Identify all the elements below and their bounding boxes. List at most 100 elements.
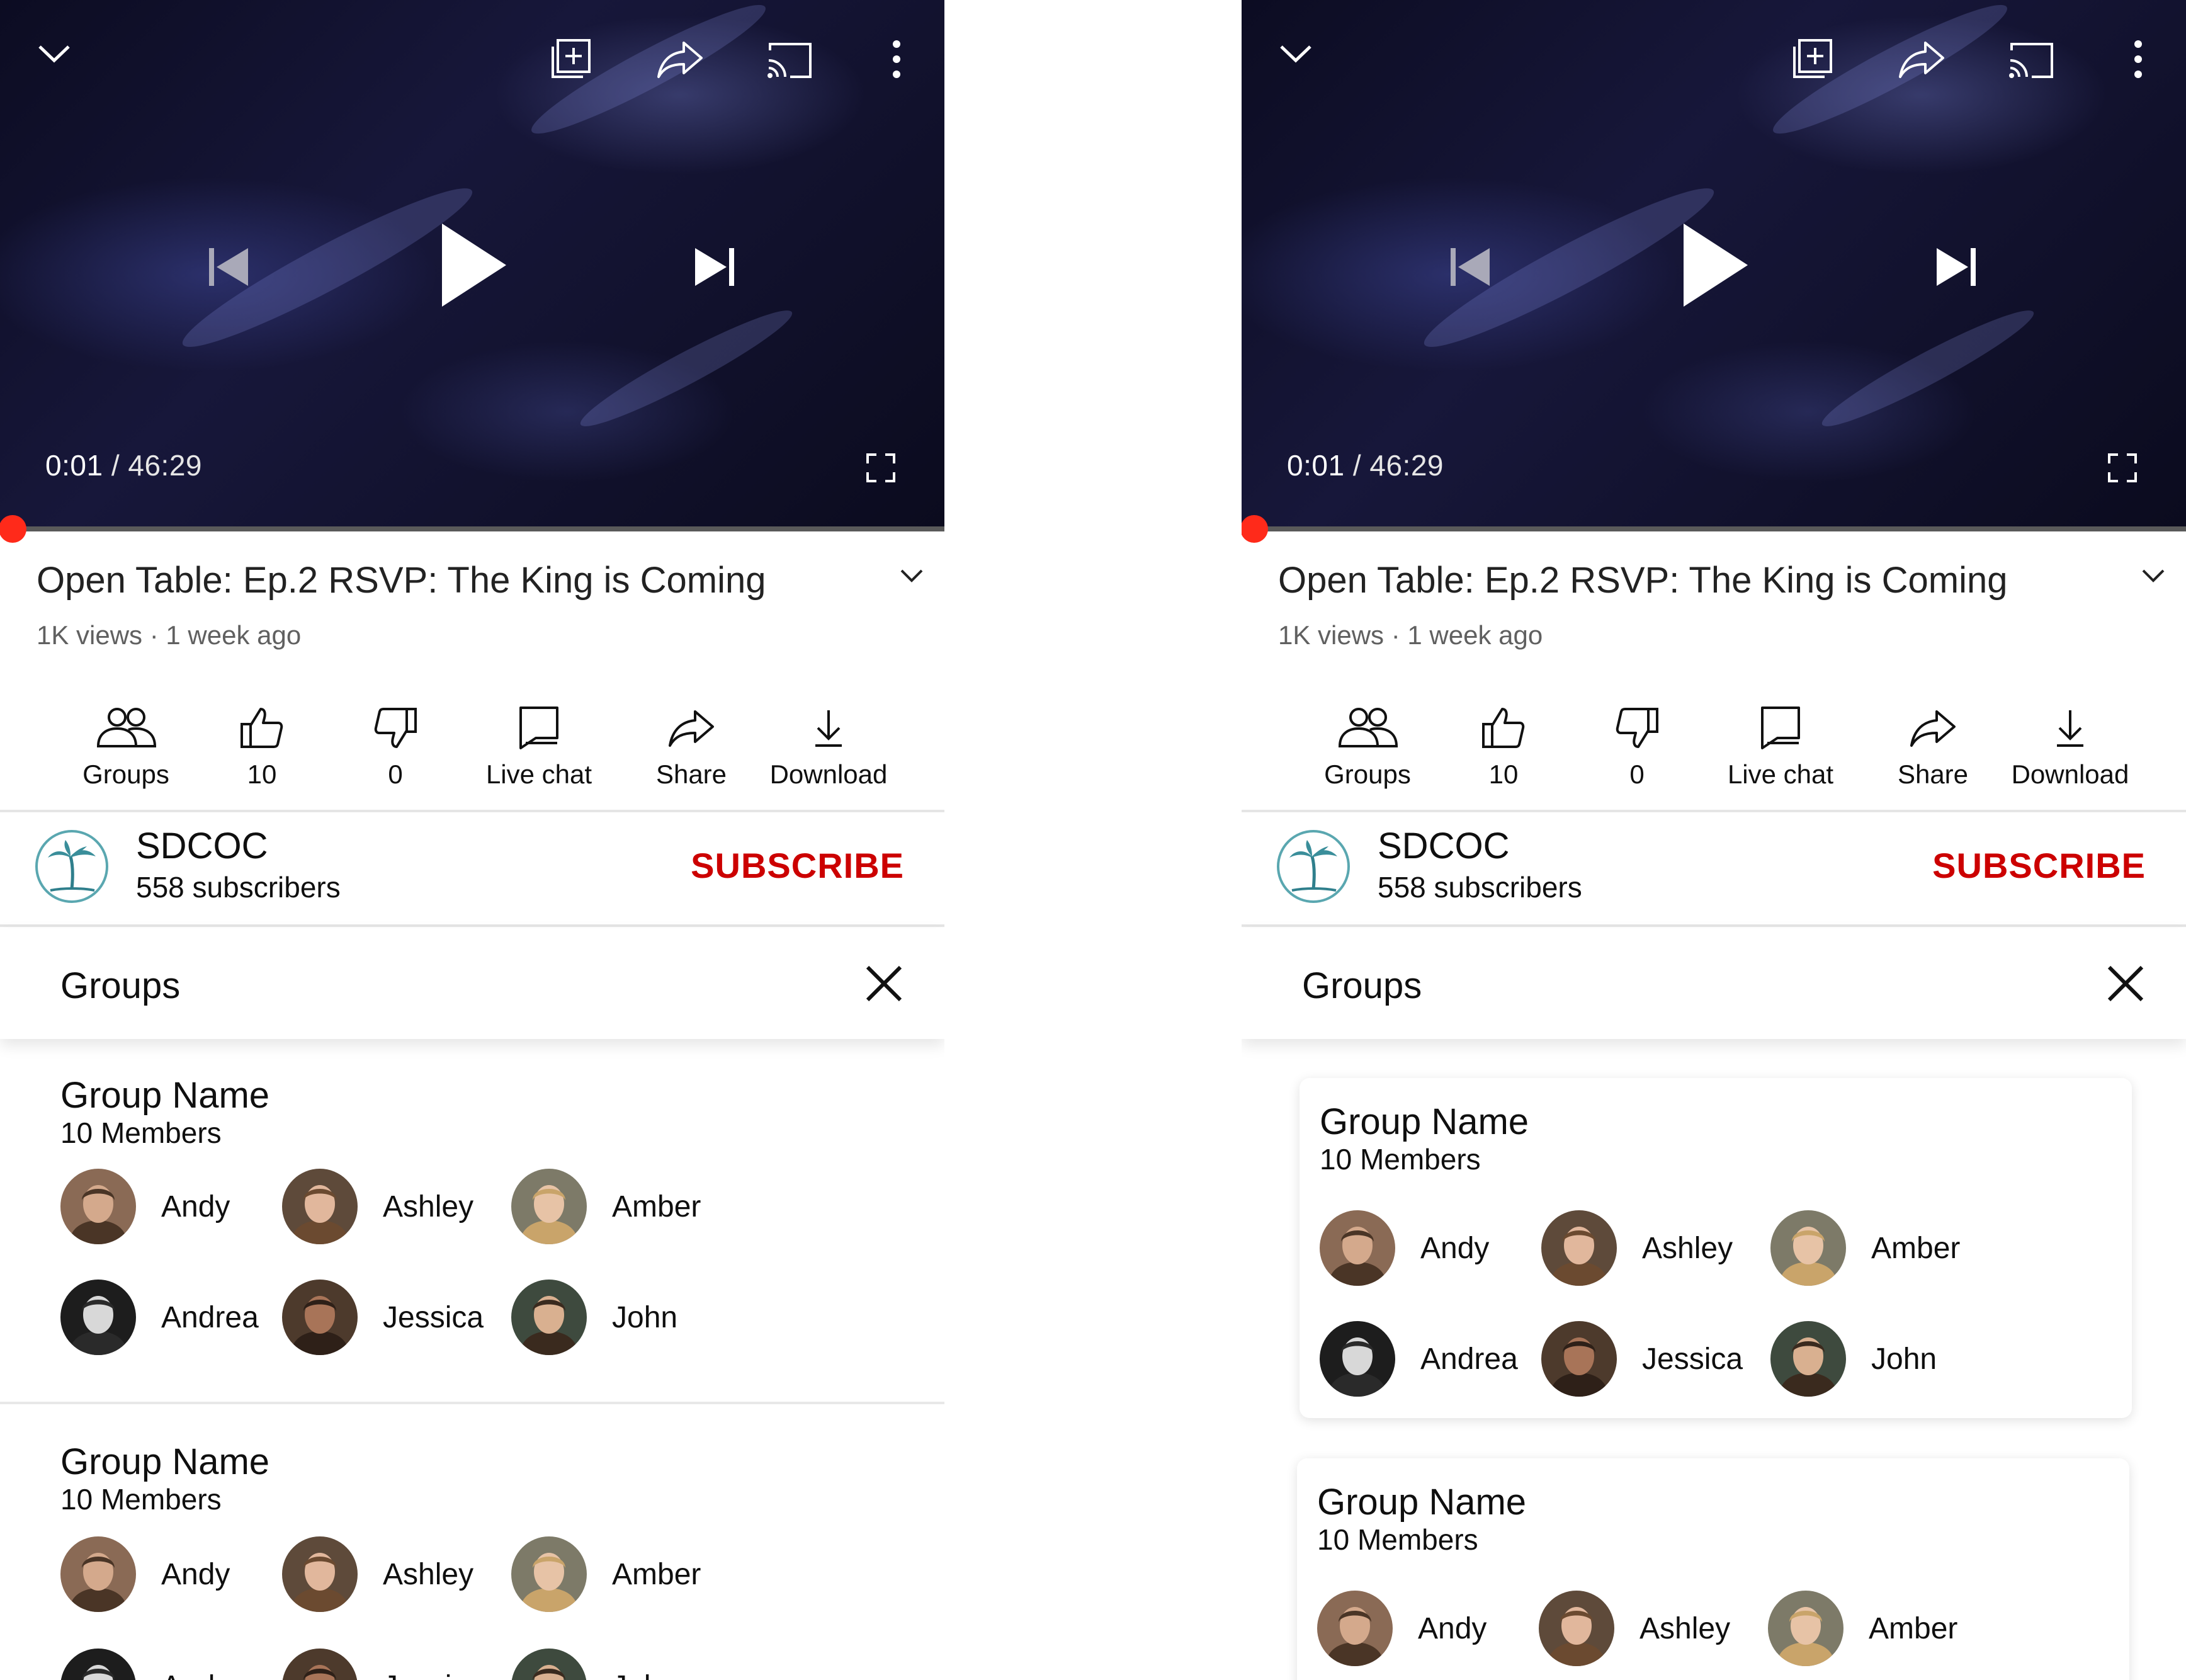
action-bar: Groups 10 0 Live chat Share Download	[0, 700, 944, 795]
play-icon[interactable]	[433, 218, 515, 312]
group-card[interactable]: Group Name 10 Members Andy Ashley Amber And…	[1300, 1078, 2132, 1418]
action-label: Share	[1897, 759, 1969, 789]
group-member[interactable]: Jessica	[1541, 1321, 1743, 1397]
groups-button[interactable]: Groups	[63, 700, 189, 795]
play-icon[interactable]	[1675, 218, 1757, 312]
progress-bar[interactable]	[1242, 526, 2186, 531]
live-chat-button[interactable]: Live chat	[1718, 700, 1843, 795]
cast-icon[interactable]	[2006, 39, 2056, 81]
group-name: Group Name	[1317, 1482, 1527, 1523]
action-label: 0	[1629, 759, 1645, 789]
next-icon[interactable]	[690, 242, 740, 292]
live-chat-button[interactable]: Live chat	[476, 700, 602, 795]
cast-icon[interactable]	[764, 39, 815, 81]
close-icon[interactable]	[864, 963, 904, 1007]
dislike-button[interactable]: 0	[1574, 700, 1700, 795]
subscribe-button[interactable]: SUBSCRIBE	[691, 845, 904, 886]
minimize-chevron-icon[interactable]	[31, 38, 77, 69]
download-button[interactable]: Download	[2007, 700, 2133, 795]
progress-bar[interactable]	[0, 526, 944, 531]
group-card[interactable]: Group Name 10 Members Andy Ashley Amber	[1297, 1458, 2129, 1680]
progress-scrubber[interactable]	[1242, 515, 1268, 543]
palm-tree-logo	[1289, 840, 1337, 892]
avatar	[282, 1649, 358, 1680]
group-member[interactable]: Jessica	[282, 1280, 484, 1355]
group-member[interactable]: Ashley	[1539, 1591, 1730, 1666]
next-icon[interactable]	[1932, 242, 1982, 292]
member-name: Amber	[1869, 1611, 1958, 1645]
member-name: Andy	[161, 1189, 230, 1223]
download-button[interactable]: Download	[766, 700, 892, 795]
group-member[interactable]: Andy	[1320, 1210, 1489, 1286]
groups-panel-header: Groups	[1242, 928, 2186, 1039]
groups-icon	[1336, 700, 1399, 756]
group-member[interactable]: Ashley	[282, 1169, 473, 1244]
member-name: Andrea	[161, 1669, 259, 1680]
group-member[interactable]: Andrea	[1320, 1321, 1518, 1397]
action-label: 10	[1488, 759, 1519, 789]
group-member[interactable]: Andy	[60, 1169, 230, 1244]
like-button[interactable]: 10	[1441, 700, 1566, 795]
group-member[interactable]: Andrea	[60, 1649, 259, 1680]
channel-avatar[interactable]	[35, 830, 108, 903]
minimize-chevron-icon[interactable]	[1273, 38, 1318, 69]
group-member[interactable]: John	[511, 1280, 677, 1355]
close-icon[interactable]	[2105, 963, 2146, 1007]
member-name: Ashley	[1642, 1231, 1733, 1265]
fullscreen-icon[interactable]	[864, 451, 898, 485]
divider	[0, 810, 944, 812]
channel-avatar[interactable]	[1277, 830, 1350, 903]
group-member[interactable]: Amber	[1770, 1210, 1960, 1286]
avatar	[1317, 1591, 1393, 1666]
video-player[interactable]: 0:01 / 46:29	[0, 0, 944, 528]
group-member[interactable]: Andrea	[60, 1280, 259, 1355]
group-member[interactable]: Ashley	[1541, 1210, 1733, 1286]
thumbs-up-icon	[239, 700, 285, 756]
group-name: Group Name	[60, 1075, 270, 1116]
add-to-playlist-icon[interactable]	[1789, 37, 1835, 82]
video-meta: 1K views · 1 week ago	[1278, 620, 1543, 650]
avatar	[1320, 1321, 1395, 1397]
more-options-icon[interactable]	[2126, 37, 2151, 82]
group-member[interactable]: Amber	[511, 1169, 701, 1244]
share-button[interactable]: Share	[1870, 700, 1996, 795]
previous-icon[interactable]	[203, 242, 253, 292]
add-to-playlist-icon[interactable]	[548, 37, 593, 82]
share-arrow-icon[interactable]	[1896, 37, 1947, 82]
share-icon	[1909, 700, 1957, 756]
video-player[interactable]: 0:01 / 46:29	[1242, 0, 2186, 528]
group-member[interactable]: Amber	[511, 1536, 701, 1612]
progress-scrubber[interactable]	[0, 515, 26, 543]
avatar	[282, 1280, 358, 1355]
groups-button[interactable]: Groups	[1305, 700, 1430, 795]
share-button[interactable]: Share	[628, 700, 754, 795]
group-member[interactable]: Andy	[60, 1536, 230, 1612]
more-options-icon[interactable]	[884, 37, 909, 82]
subscribe-button[interactable]: SUBSCRIBE	[1932, 845, 2146, 886]
previous-icon[interactable]	[1444, 242, 1495, 292]
channel-name[interactable]: SDCOC	[1378, 825, 1509, 867]
group-member[interactable]: John	[511, 1649, 677, 1680]
group-member[interactable]: John	[1770, 1321, 1937, 1397]
like-button[interactable]: 10	[199, 700, 325, 795]
avatar	[60, 1536, 136, 1612]
group-member[interactable]: Jessica	[282, 1649, 484, 1680]
avatar	[511, 1536, 587, 1612]
screen-card-list: 0:01 / 46:29 Open Table: Ep.2 RSVP: The …	[1242, 0, 2186, 1680]
channel-name[interactable]: SDCOC	[136, 825, 268, 867]
avatar	[1768, 1591, 1843, 1666]
fullscreen-icon[interactable]	[2105, 451, 2139, 485]
video-title: Open Table: Ep.2 RSVP: The King is Comin…	[1278, 560, 2008, 601]
video-frame-streak	[1815, 298, 2041, 439]
share-arrow-icon[interactable]	[655, 37, 705, 82]
group-member[interactable]: Andy	[1317, 1591, 1487, 1666]
divider	[1242, 924, 2186, 927]
expand-description-chevron-icon[interactable]	[2141, 568, 2166, 586]
group-member[interactable]: Amber	[1768, 1591, 1957, 1666]
group-member[interactable]: Ashley	[282, 1536, 473, 1612]
member-name: John	[612, 1669, 677, 1680]
avatar	[1320, 1210, 1395, 1286]
expand-description-chevron-icon[interactable]	[899, 568, 924, 586]
dislike-button[interactable]: 0	[332, 700, 458, 795]
member-name: Andy	[161, 1557, 230, 1591]
